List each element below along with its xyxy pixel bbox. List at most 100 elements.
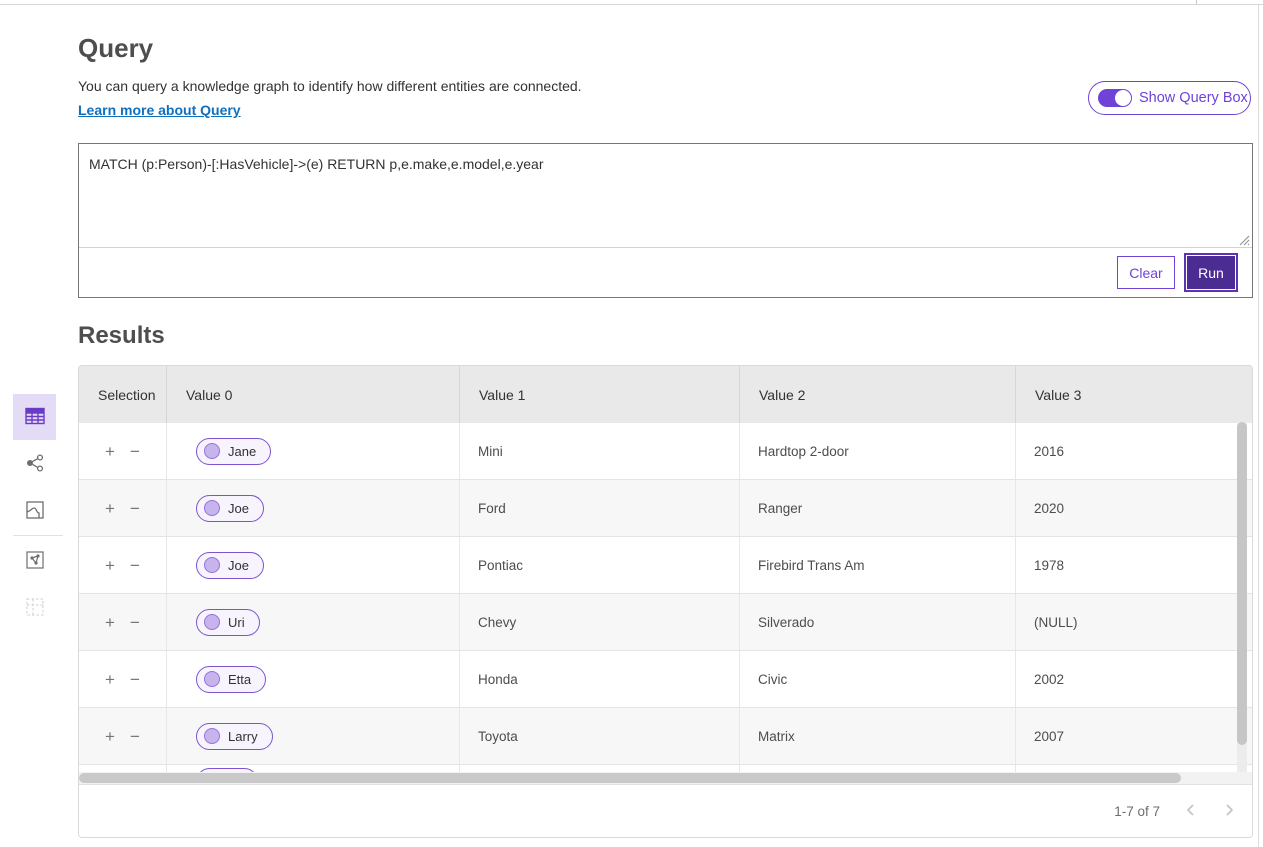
entity-pill[interactable]: Larry	[196, 723, 273, 750]
add-to-selection-button[interactable]: +	[105, 557, 115, 574]
value1-cell	[460, 765, 740, 772]
run-button[interactable]: Run	[1187, 256, 1235, 289]
entity-name: Joe	[228, 558, 249, 573]
view-switcher-rail	[13, 394, 63, 632]
learn-more-link[interactable]: Learn more about Query	[78, 102, 241, 118]
add-to-selection-button[interactable]: +	[105, 614, 115, 631]
toggle-knob	[1115, 90, 1131, 106]
table-row: +−JoeFordRanger2020	[79, 480, 1252, 537]
table-row: +− Jane MiniHardtop 2-door2016	[79, 423, 1252, 480]
entity-node-icon	[204, 443, 220, 459]
value2-cell: Hardtop 2-door	[740, 423, 1016, 479]
column-header-value0: Value 0	[167, 366, 460, 423]
show-query-box-toggle[interactable]: Show Query Box	[1088, 81, 1251, 115]
query-input[interactable]: MATCH (p:Person)-[:HasVehicle]->(e) RETU…	[79, 144, 1252, 247]
value2-cell: Firebird Trans Am	[740, 537, 1016, 593]
add-to-selection-button[interactable]: +	[105, 671, 115, 688]
value2-cell: Silverado	[740, 594, 1016, 650]
selection-cell: +−	[79, 537, 167, 593]
map-link-chart-icon	[24, 549, 46, 574]
entity-node-icon	[204, 500, 220, 516]
value3-cell	[1016, 765, 1252, 772]
previous-page-button[interactable]	[1184, 803, 1198, 820]
query-actions-bar: Clear Run	[79, 247, 1252, 297]
selection-cell: +−	[79, 594, 167, 650]
right-panel-divider	[1258, 5, 1259, 847]
value2-cell	[740, 765, 1016, 772]
horizontal-scrollbar-thumb[interactable]	[79, 773, 1181, 783]
value1-cell: Toyota	[460, 708, 740, 764]
value2-cell: Matrix	[740, 708, 1016, 764]
entity-name: Uri	[228, 615, 245, 630]
add-to-selection-button[interactable]: +	[105, 728, 115, 745]
entity-pill[interactable]: Joe	[196, 495, 264, 522]
horizontal-scrollbar[interactable]	[79, 772, 1252, 784]
value3-cell: 2007	[1016, 708, 1252, 764]
add-to-selection-button[interactable]: +	[105, 443, 115, 460]
selection-cell: +−	[79, 480, 167, 536]
selection-cell	[79, 765, 167, 772]
remove-from-selection-button[interactable]: −	[130, 671, 140, 688]
chevron-right-icon	[1222, 803, 1236, 820]
sidebar-item-map-view[interactable]	[13, 488, 56, 534]
entity-pill[interactable]: Etta	[196, 666, 266, 693]
value1-cell: Chevy	[460, 594, 740, 650]
value0-cell: Jane	[167, 423, 460, 479]
page-description: You can query a knowledge graph to ident…	[78, 78, 582, 94]
value3-cell: (NULL)	[1016, 594, 1252, 650]
table-row: +− Larry ToyotaMatrix2007	[79, 708, 1252, 765]
remove-from-selection-button[interactable]: −	[130, 557, 140, 574]
toggle-label: Show Query Box	[1139, 90, 1248, 106]
next-page-button[interactable]	[1222, 803, 1236, 820]
results-table-header: Selection Value 0 Value 1 Value 2 Value …	[79, 366, 1252, 423]
value3-cell: 1978	[1016, 537, 1252, 593]
entity-node-icon	[204, 614, 220, 630]
remove-from-selection-button[interactable]: −	[130, 614, 140, 631]
toolbar-divider-tick	[1196, 0, 1197, 4]
table-icon	[24, 405, 46, 430]
selection-cell: +−	[79, 423, 167, 479]
entity-name: Jane	[228, 444, 256, 459]
entity-pill[interactable]: Uri	[196, 609, 260, 636]
table-row-partial	[79, 765, 1252, 772]
selection-cell: +−	[79, 651, 167, 707]
entity-name: Etta	[228, 672, 251, 687]
remove-from-selection-button[interactable]: −	[130, 728, 140, 745]
top-divider	[0, 4, 1263, 5]
entity-node-icon	[204, 557, 220, 573]
clear-button[interactable]: Clear	[1117, 256, 1175, 289]
value1-cell: Ford	[460, 480, 740, 536]
table-row: +−EttaHondaCivic2002	[79, 651, 1252, 708]
link-chart-icon	[24, 452, 46, 477]
page-title: Query	[78, 33, 153, 64]
remove-from-selection-button[interactable]: −	[130, 500, 140, 517]
table-row: +− Uri ChevySilverado(NULL)	[79, 594, 1252, 651]
value2-cell: Ranger	[740, 480, 1016, 536]
value0-cell: Larry	[167, 708, 460, 764]
value3-cell: 2002	[1016, 651, 1252, 707]
pagination-range-label: 1-7 of 7	[1114, 804, 1160, 819]
vertical-scrollbar[interactable]	[1237, 422, 1247, 772]
selection-cell: +−	[79, 708, 167, 764]
query-box: MATCH (p:Person)-[:HasVehicle]->(e) RETU…	[78, 143, 1253, 298]
toggle-switch-on[interactable]	[1098, 89, 1132, 107]
column-header-selection: Selection	[79, 366, 167, 423]
entity-pill[interactable]: Joe	[196, 552, 264, 579]
results-table: Selection Value 0 Value 1 Value 2 Value …	[78, 365, 1253, 838]
table-row: +−JoePontiacFirebird Trans Am1978	[79, 537, 1252, 594]
entity-pill[interactable]: Jane	[196, 438, 271, 465]
column-header-value3: Value 3	[1016, 366, 1252, 423]
sidebar-item-table-view[interactable]	[13, 394, 56, 440]
value0-cell: Uri	[167, 594, 460, 650]
sidebar-item-link-chart-view[interactable]	[13, 441, 56, 487]
sidebar-item-map-link-chart-view[interactable]	[13, 538, 56, 584]
value0-cell: Etta	[167, 651, 460, 707]
add-to-selection-button[interactable]: +	[105, 500, 115, 517]
remove-from-selection-button[interactable]: −	[130, 443, 140, 460]
entity-name: Joe	[228, 501, 249, 516]
value3-cell: 2016	[1016, 423, 1252, 479]
vertical-scrollbar-thumb[interactable]	[1237, 422, 1247, 745]
value1-cell: Mini	[460, 423, 740, 479]
rail-divider	[13, 535, 63, 536]
entity-name: Larry	[228, 729, 258, 744]
